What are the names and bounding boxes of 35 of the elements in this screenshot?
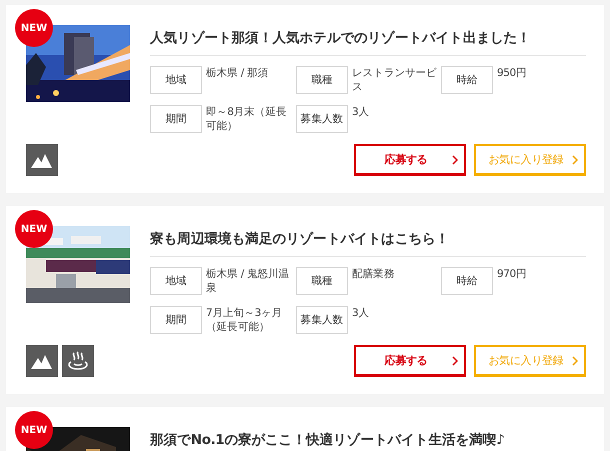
spec-value: レストランサービス xyxy=(352,66,437,94)
spec-label: 期間 xyxy=(150,306,202,334)
apply-button[interactable]: 応募する xyxy=(354,144,466,176)
spec-label: 期間 xyxy=(150,105,202,133)
spec-label: 職種 xyxy=(296,66,348,94)
spec-value: 970円 xyxy=(497,267,528,281)
mountain-icon xyxy=(26,345,58,377)
job-title[interactable]: 人気リゾート那須！人気ホテルでのリゾートバイト出ました！ xyxy=(150,20,586,56)
spec-label: 募集人数 xyxy=(296,105,348,133)
spec-value: 950円 xyxy=(497,66,528,80)
spec-value: 配膳業務 xyxy=(352,267,396,281)
chevron-icon xyxy=(452,356,458,366)
hot-spring-icon xyxy=(62,345,94,377)
spec-label: 募集人数 xyxy=(296,306,348,334)
spec-value: 即～8月末（延長可能） xyxy=(206,105,288,133)
spec-label: 地域 xyxy=(150,66,202,94)
chevron-icon xyxy=(572,356,578,366)
chevron-icon xyxy=(572,154,578,164)
apply-button[interactable]: 応募する xyxy=(354,345,466,377)
job-title[interactable]: 那須でNo.1の寮がここ！快適リゾートバイト生活を満喫♪ xyxy=(150,422,586,451)
new-badge: NEW xyxy=(15,411,53,449)
spec-label: 時給 xyxy=(441,267,493,295)
job-title[interactable]: 寮も周辺環境も満足のリゾートバイトはこちら！ xyxy=(150,221,586,257)
spec-label: 時給 xyxy=(441,66,493,94)
spec-value: 栃木県 / 那須 xyxy=(206,66,270,80)
spec-value: 7月上旬～3ヶ月（延長可能） xyxy=(206,306,284,334)
spec-value: 3人 xyxy=(352,105,370,119)
new-badge: NEW xyxy=(15,9,53,47)
spec-label: 地域 xyxy=(150,267,202,295)
spec-label: 職種 xyxy=(296,267,348,295)
spec-value: 栃木県 / 鬼怒川温泉 xyxy=(206,267,290,295)
spec-value: 3人 xyxy=(352,306,370,320)
chevron-icon xyxy=(452,154,458,164)
mountain-icon xyxy=(26,144,58,176)
new-badge: NEW xyxy=(15,210,53,248)
